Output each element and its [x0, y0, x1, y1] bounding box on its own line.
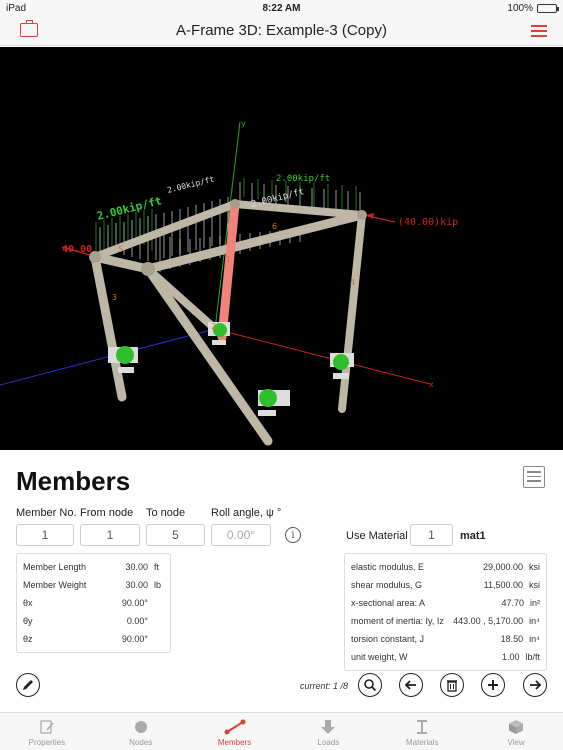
member-label-1: 1: [226, 255, 231, 264]
left-load-label: 40.00: [62, 244, 92, 255]
member-no-label: Member No.: [16, 507, 77, 519]
dot-icon: [133, 718, 149, 736]
tab-materials[interactable]: Materials: [375, 713, 469, 750]
material-no-field[interactable]: 1: [410, 524, 453, 546]
member-no-field[interactable]: 1: [16, 524, 74, 546]
tab-label: Properties: [28, 738, 66, 747]
tab-loads[interactable]: Loads: [281, 713, 375, 750]
battery-icon: [537, 3, 559, 13]
prop-row: torsion constant, J 18.50 in⁴: [351, 634, 540, 644]
member-column-left: [90, 252, 127, 402]
status-time: 8:22 AM: [262, 2, 301, 14]
member-properties-table: Member Length 30.00 ft Member Weight 30.00 l…: [16, 553, 171, 653]
to-node-field[interactable]: 5: [146, 524, 205, 546]
frame-drawing: x y (40.00)kip 40.00 2.00kip/ft 2.00kip/…: [0, 119, 458, 446]
from-node-label: From node: [80, 507, 134, 519]
back-load-label: 2.00kip/ft: [166, 175, 215, 195]
edit-button[interactable]: [16, 673, 40, 697]
plus-icon: [488, 680, 498, 690]
tab-nodes[interactable]: Nodes: [94, 713, 188, 750]
support-4: [258, 389, 290, 416]
edit-icon: [39, 718, 55, 736]
status-right: 100%: [507, 2, 559, 14]
roll-angle-label: Roll angle, ψ °: [211, 507, 282, 519]
support-3: [330, 353, 354, 379]
add-button[interactable]: [481, 673, 505, 697]
prop-row: shear modulus, G 11,500.00 ksi: [351, 580, 540, 590]
member-label-6: 6: [272, 222, 277, 231]
list-icon[interactable]: [523, 466, 545, 488]
prop-row: Member Weight 30.00 lb: [23, 580, 162, 590]
battery-percent: 100%: [507, 2, 533, 14]
supports: [108, 322, 354, 416]
tab-label: View: [507, 738, 525, 747]
tab-view[interactable]: View: [469, 713, 563, 750]
prop-row: unit weight, W 1.00 lb/ft: [351, 652, 540, 662]
trash-icon: [447, 680, 457, 692]
x-axis-label: x: [429, 380, 434, 389]
member-label-2: 2: [211, 322, 216, 331]
tab-label: Members: [217, 738, 252, 747]
prop-row: moment of inertia: Iy, Iz 443.00 , 5,170.…: [351, 616, 540, 626]
i-beam-icon: [414, 718, 430, 736]
arrow-right-icon: [530, 680, 542, 690]
material-properties-table: elastic modulus, E 29,000.00 ksi shear mod…: [344, 553, 547, 671]
material-name: mat1: [460, 530, 486, 542]
prop-row: θy 0.00°: [23, 616, 148, 626]
member-diagonal: [143, 264, 273, 446]
delete-button[interactable]: [440, 673, 464, 697]
arrow-down-icon: [320, 718, 336, 736]
prop-row: Member Length 30.00 ft: [23, 562, 160, 572]
info-icon[interactable]: i: [285, 527, 301, 543]
member-label-3: 3: [112, 293, 117, 302]
use-material-label: Use Material: [346, 530, 408, 542]
nav-bar: A-Frame 3D: Example-3 (Copy): [0, 16, 563, 46]
member-selected: [217, 199, 240, 342]
prop-row: x-sectional area: A 47.70 in²: [351, 598, 540, 608]
x-axis: [214, 328, 431, 385]
prop-row: θz 90.00°: [23, 634, 148, 644]
tab-bar: Properties Nodes Members Loads Materials…: [0, 712, 563, 750]
previous-button[interactable]: [399, 673, 423, 697]
y-axis-label: y: [241, 119, 246, 128]
left-green-load-label: 2.00kip/ft: [96, 194, 163, 223]
members-icon: [224, 718, 246, 736]
pencil-icon: [23, 680, 33, 690]
roll-angle-field[interactable]: 0.00°: [211, 524, 271, 546]
tab-label: Nodes: [129, 738, 153, 747]
current-indicator: current: 1 /8: [300, 681, 349, 691]
page-title: A-Frame 3D: Example-3 (Copy): [176, 22, 387, 39]
tab-members[interactable]: Members: [188, 713, 282, 750]
from-node-field[interactable]: 1: [80, 524, 140, 546]
frame-3d-viewport[interactable]: x y (40.00)kip 40.00 2.00kip/ft 2.00kip/…: [0, 47, 563, 450]
tab-label: Materials: [406, 738, 439, 747]
cube-icon: [508, 718, 524, 736]
to-node-label: To node: [146, 507, 186, 519]
menu-icon[interactable]: [531, 25, 547, 37]
point-load-label: (40.00)kip: [398, 217, 458, 228]
member-label-5: 5: [118, 245, 123, 254]
search-icon: [364, 679, 377, 692]
prop-row: elastic modulus, E 29,000.00 ksi: [351, 562, 540, 572]
search-button[interactable]: [358, 673, 382, 697]
briefcase-icon[interactable]: [20, 20, 38, 37]
member-label-4: 4: [350, 278, 355, 287]
arrow-left-icon: [404, 680, 416, 690]
tab-label: Loads: [317, 738, 340, 747]
prop-row: θx 90.00°: [23, 598, 148, 608]
panel-title: Members: [16, 466, 131, 496]
tab-properties[interactable]: Properties: [0, 713, 94, 750]
device-label: iPad: [6, 2, 27, 14]
next-button[interactable]: [523, 673, 547, 697]
status-bar: iPad 8:22 AM 100%: [0, 0, 563, 16]
top-load-label: 2.00kip/ft: [276, 174, 330, 184]
member-column-right: [338, 211, 366, 413]
